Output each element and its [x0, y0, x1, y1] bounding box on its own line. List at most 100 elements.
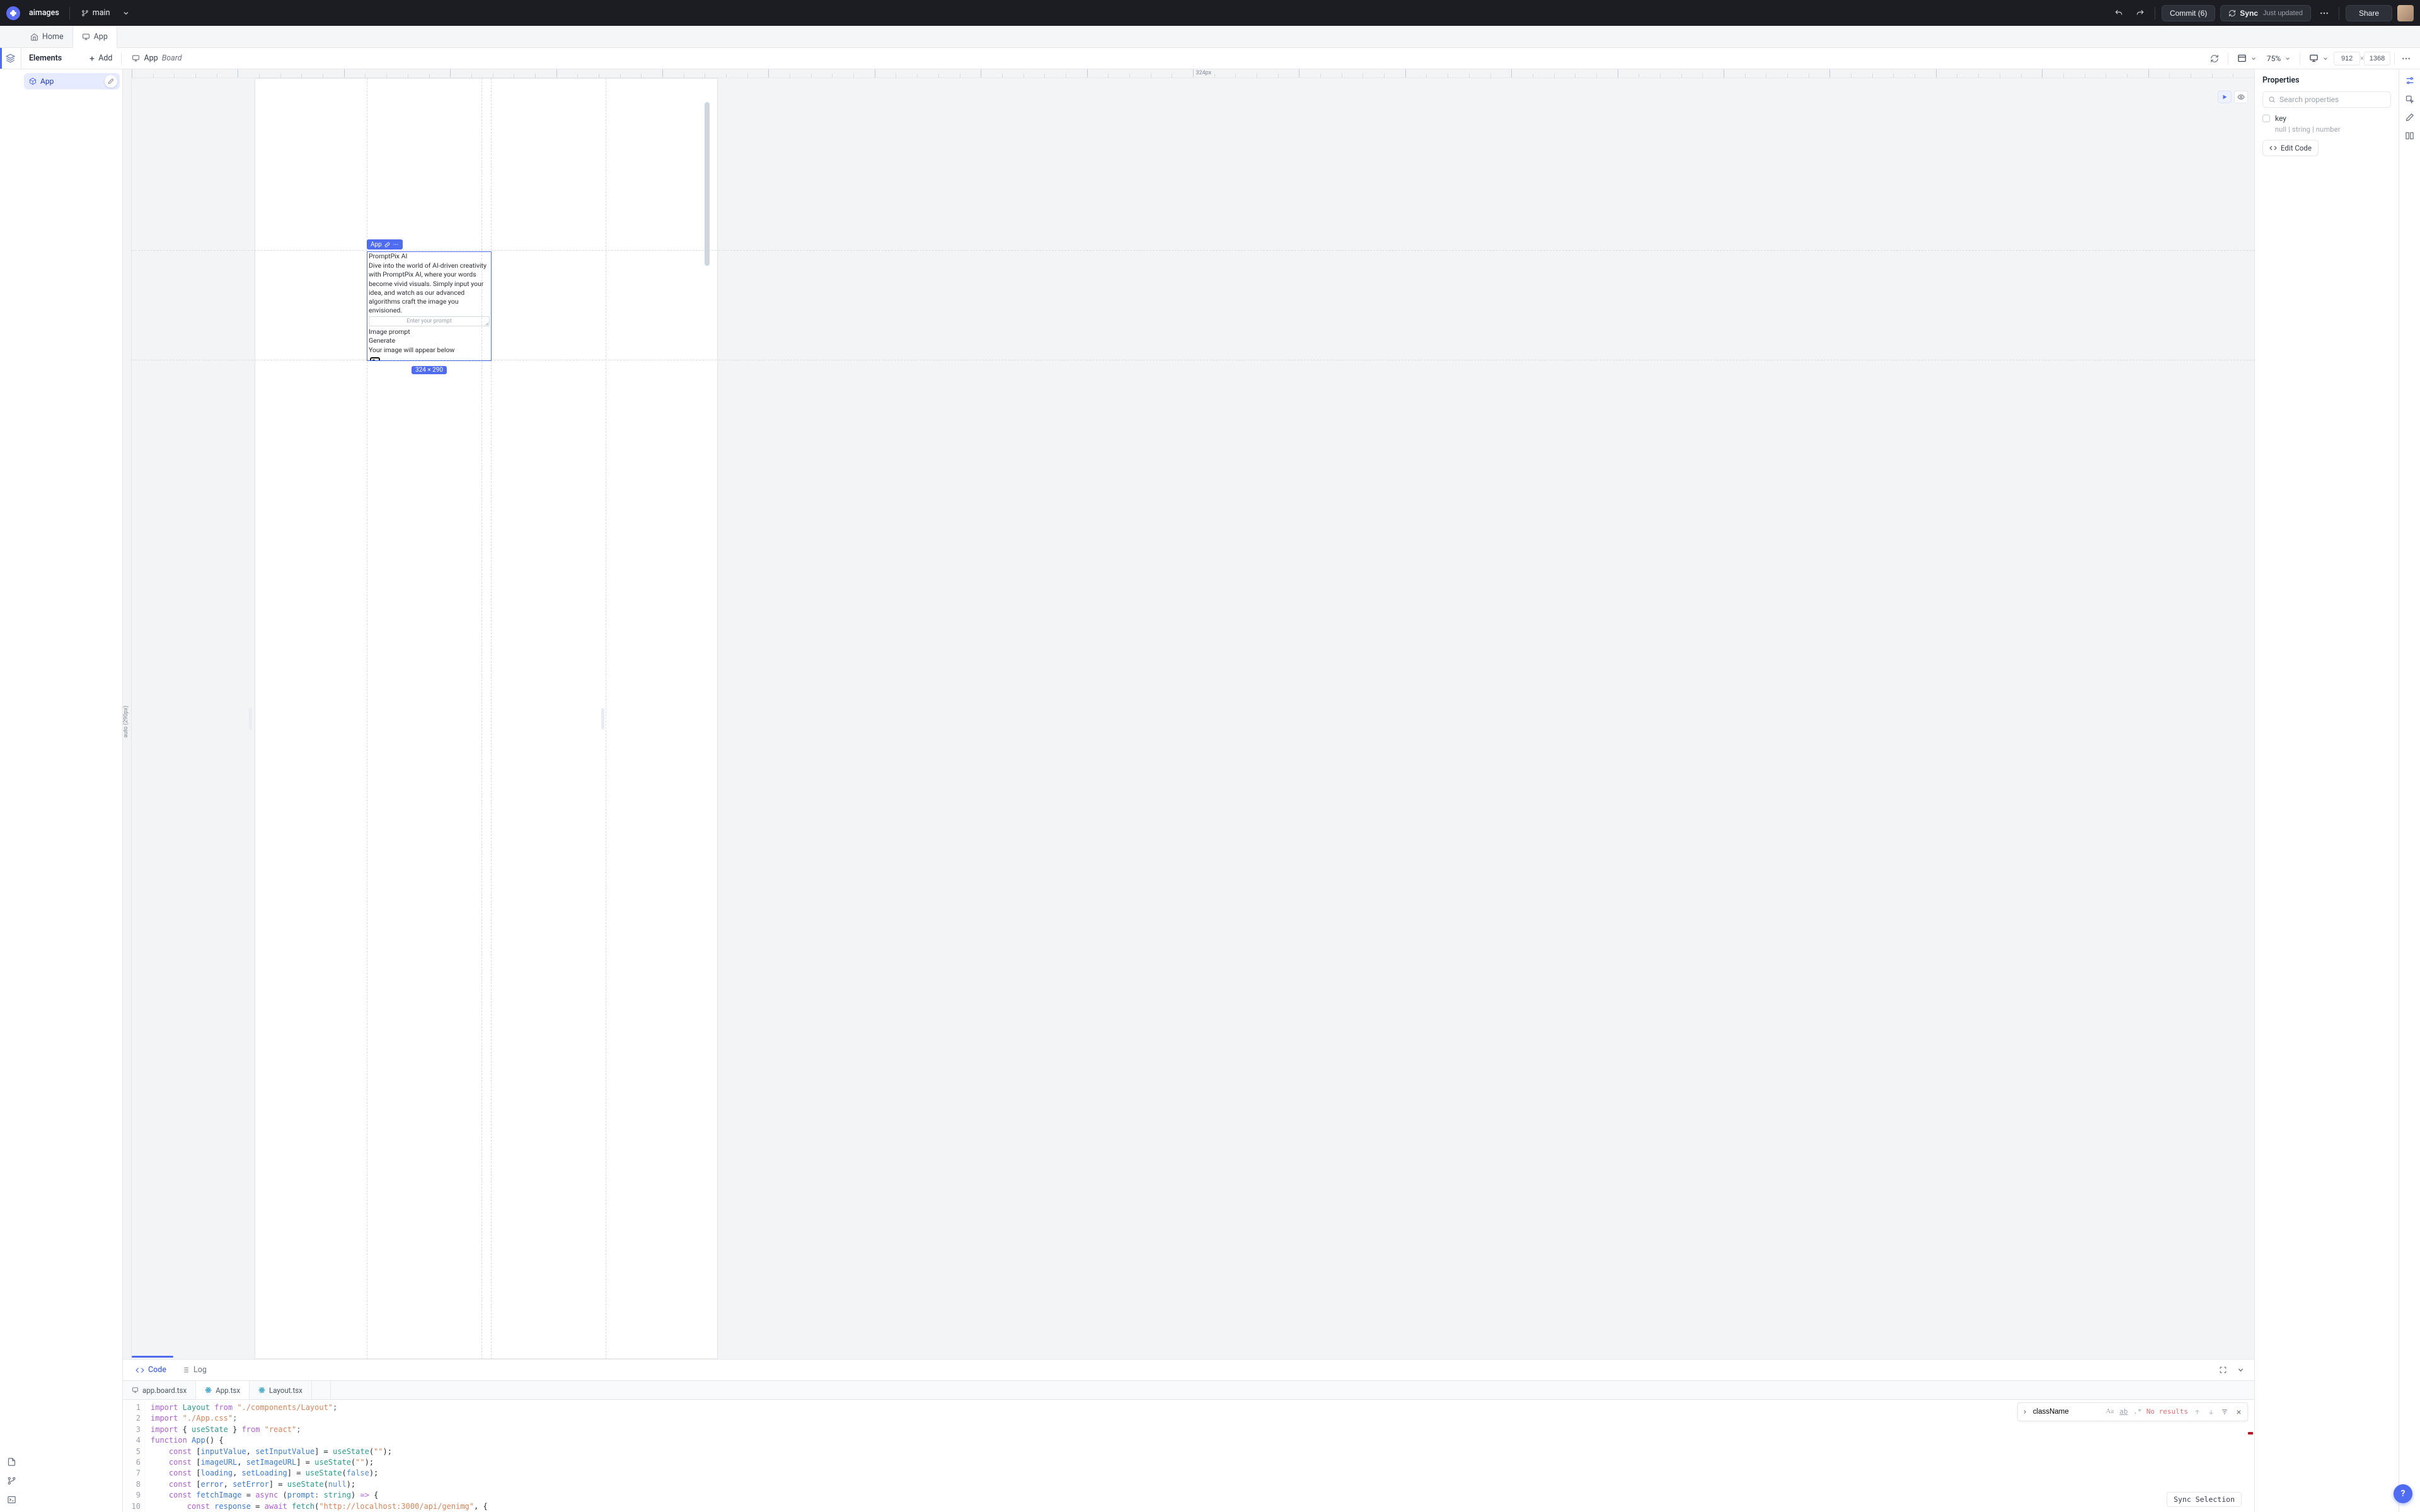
pencil-icon [108, 78, 114, 84]
zoom-control[interactable]: 75% [2262, 52, 2296, 66]
find-next[interactable] [2206, 1407, 2216, 1417]
settings-rail-button[interactable] [2405, 76, 2415, 86]
properties-title: Properties [2262, 76, 2300, 85]
preview-generate-btn: Generate [369, 336, 490, 345]
layout-rail-button[interactable] [2405, 131, 2414, 140]
tab-label: App [94, 32, 108, 42]
sync-selection-button[interactable]: Sync Selection [2167, 1492, 2242, 1507]
find-input[interactable] [2032, 1407, 2101, 1416]
sync-button[interactable]: Sync Just updated [2220, 5, 2311, 21]
frame-scrollbar[interactable] [705, 102, 710, 266]
drawer-expand[interactable] [2215, 1363, 2230, 1378]
breadcrumb[interactable]: App Board [125, 54, 188, 63]
file-tab-board[interactable]: app.board.tsx [123, 1381, 196, 1399]
properties-panel: Properties Search properties key null | … [2254, 69, 2399, 1512]
match-case-toggle[interactable]: Aa [2105, 1407, 2115, 1417]
drawer-tab-code[interactable]: Code [129, 1361, 173, 1378]
styles-rail-button[interactable] [2405, 113, 2414, 122]
tab-home[interactable]: Home [21, 26, 73, 47]
canvas-scroll-indicator [132, 1356, 173, 1358]
redo-button[interactable] [2132, 5, 2148, 21]
properties-search[interactable]: Search properties [2262, 91, 2391, 108]
layers-icon [6, 54, 15, 63]
help-button[interactable]: ? [2394, 1484, 2412, 1503]
share-button[interactable]: Share [2346, 5, 2392, 21]
help-label: ? [2401, 1489, 2406, 1499]
find-close[interactable] [2233, 1407, 2244, 1417]
brush-icon [2405, 113, 2414, 122]
sync-icon [2228, 9, 2236, 17]
branch-icon [7, 1476, 16, 1486]
edit-element-button[interactable] [105, 75, 117, 88]
tab-label: Home [42, 32, 64, 42]
code-body[interactable]: import Layout from "./components/Layout"… [146, 1400, 2254, 1512]
canvas[interactable]: 324px auto (290px) App [123, 69, 2254, 1359]
image-search-icon [369, 356, 384, 360]
edit-code-button[interactable]: Edit Code [2262, 140, 2319, 156]
error-marker [2248, 1432, 2253, 1435]
file-tab-app[interactable]: App.tsx [196, 1381, 250, 1399]
monitor-icon [132, 54, 140, 62]
undo-button[interactable] [2111, 5, 2127, 21]
toolbar-overflow[interactable] [2399, 51, 2414, 66]
docs-button[interactable] [5, 1455, 18, 1468]
selection-tag[interactable]: App [367, 239, 403, 249]
find-prev[interactable] [2192, 1407, 2202, 1417]
file-tab-label: Layout.tsx [269, 1386, 302, 1395]
file-tab-layout[interactable]: Layout.tsx [250, 1381, 312, 1399]
canvas-width-input[interactable] [2334, 52, 2360, 66]
layout-mode[interactable] [2232, 51, 2262, 66]
chevron-down-icon [2285, 55, 2291, 62]
line-gutter: 123456789101112 [123, 1400, 146, 1512]
chevron-down-icon [2322, 55, 2329, 62]
file-tabs: app.board.tsx App.tsx Layout.tsx [123, 1381, 2254, 1400]
play-button[interactable] [2218, 91, 2232, 103]
add-element-button[interactable]: Add [83, 51, 117, 66]
chevron-right-icon[interactable] [2022, 1409, 2028, 1415]
edit-code-label: Edit Code [2281, 144, 2312, 152]
right-rail [2399, 69, 2420, 1512]
commit-button[interactable]: Commit (6) [2162, 5, 2215, 21]
code-minimap[interactable] [2247, 1401, 2253, 1511]
file-tab-add[interactable] [312, 1381, 331, 1399]
drawer-collapse[interactable] [2233, 1363, 2248, 1378]
git-button[interactable] [5, 1474, 18, 1487]
find-filter[interactable] [2220, 1407, 2230, 1417]
sliders-icon [2405, 76, 2415, 86]
chevron-down-icon [2237, 1366, 2245, 1374]
tab-app[interactable]: App [73, 26, 117, 48]
whole-word-toggle[interactable]: ab [2119, 1407, 2129, 1417]
branch-icon [81, 9, 89, 17]
elements-rail-icon[interactable] [0, 48, 21, 69]
code-icon [2269, 144, 2277, 152]
checkbox[interactable] [2262, 115, 2270, 122]
box-select-icon [2405, 94, 2414, 104]
drawer-tab-label: Log [193, 1365, 207, 1375]
dots-icon [393, 241, 399, 248]
sync-label: Sync [2240, 9, 2258, 18]
element-label: App [40, 77, 54, 86]
branch-picker[interactable]: main [76, 6, 115, 20]
inspect-rail-button[interactable] [2405, 94, 2414, 104]
prop-checkbox-row[interactable]: key [2262, 114, 2391, 123]
drawer-tab-log[interactable]: Log [175, 1361, 213, 1378]
branch-dropdown[interactable] [118, 5, 134, 21]
resize-handle-right[interactable] [601, 708, 604, 730]
guide-h [132, 250, 2254, 251]
visibility-button[interactable] [2234, 91, 2248, 103]
terminal-button[interactable] [5, 1493, 18, 1506]
resize-handle-left[interactable] [249, 708, 252, 730]
undo-icon [2114, 9, 2123, 18]
user-avatar[interactable] [2397, 5, 2414, 21]
refresh-button[interactable] [2205, 52, 2224, 66]
code-icon [135, 1366, 144, 1375]
code-editor[interactable]: 123456789101112 import Layout from "./co… [123, 1400, 2254, 1512]
device-control[interactable] [2304, 51, 2334, 66]
overflow-menu[interactable] [2316, 5, 2332, 21]
regex-toggle[interactable]: .* [2133, 1407, 2143, 1417]
project-name[interactable]: aimages [25, 8, 63, 18]
monitor-icon [82, 33, 90, 41]
monitor-icon [2309, 54, 2319, 63]
element-item-app[interactable]: App [24, 73, 120, 89]
canvas-height-input[interactable] [2364, 52, 2390, 66]
